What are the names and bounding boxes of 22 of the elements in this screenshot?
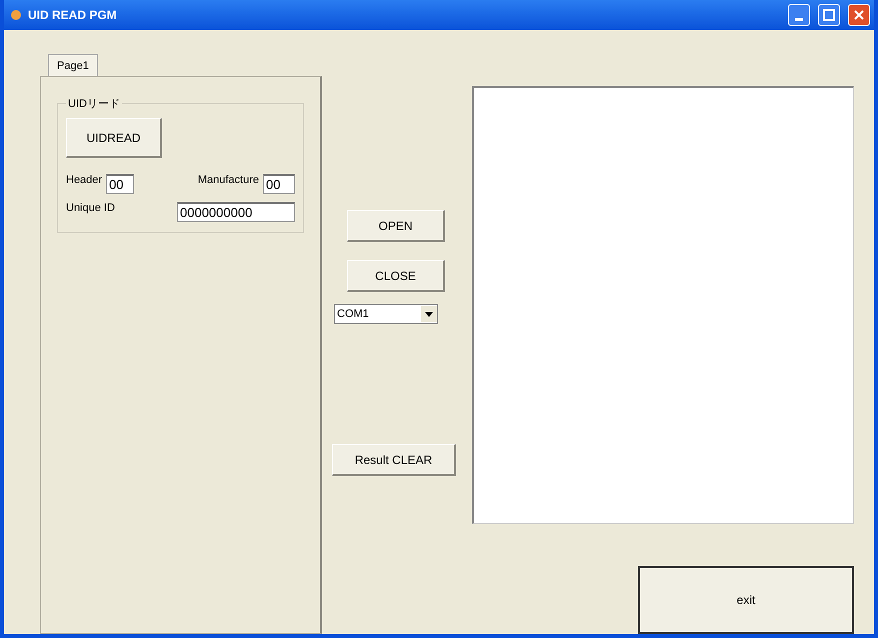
open-button[interactable]: OPEN — [347, 210, 445, 242]
group-title: UIDリード — [66, 96, 122, 111]
port-dropdown[interactable]: COM1 — [334, 304, 438, 324]
app-icon — [10, 9, 22, 21]
unique-id-label: Unique ID — [66, 202, 115, 214]
header-label: Header — [66, 174, 102, 186]
header-field[interactable]: 00 — [106, 174, 134, 194]
maximize-icon — [823, 9, 835, 21]
minimize-button[interactable] — [788, 4, 810, 26]
window-title: UID READ PGM — [28, 8, 118, 22]
close-icon — [853, 9, 865, 21]
unique-id-field[interactable]: 0000000000 — [177, 202, 295, 222]
maximize-button[interactable] — [818, 4, 840, 26]
result-clear-button[interactable]: Result CLEAR — [332, 444, 456, 476]
minimize-icon — [795, 18, 803, 20]
tab[interactable]: Page1 — [48, 54, 98, 76]
manufacture-field[interactable]: 00 — [263, 174, 295, 194]
close-port-button[interactable]: CLOSE — [347, 260, 445, 292]
uid-read-button[interactable]: UIDREAD — [66, 118, 162, 158]
manufacture-label: Manufacture — [198, 174, 259, 186]
close-button[interactable] — [848, 4, 870, 26]
exit-button[interactable]: exit — [638, 566, 854, 634]
